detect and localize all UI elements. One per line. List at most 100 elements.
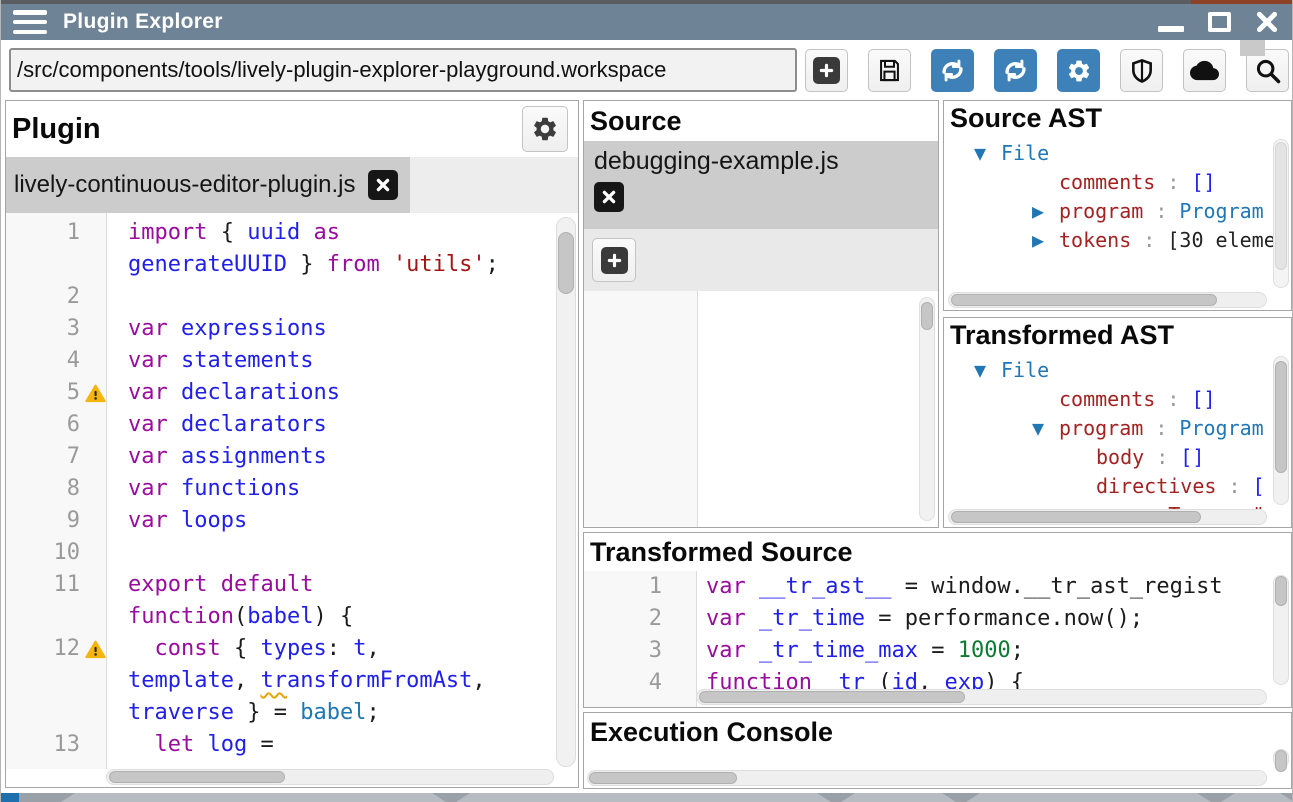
code-line: 3var expressions xyxy=(6,313,556,345)
line-number: 3 xyxy=(6,313,106,345)
code-text: var _tr_time = performance.now(); xyxy=(696,603,1143,635)
menu-icon[interactable] xyxy=(13,10,47,34)
save-icon xyxy=(876,57,903,84)
scroll-thumb[interactable] xyxy=(558,232,574,294)
source-panel: Source debugging-example.js xyxy=(583,100,939,528)
scroll-thumb[interactable] xyxy=(951,511,1201,523)
background-tab[interactable] xyxy=(1221,793,1293,802)
ast-value: Program xyxy=(1179,416,1263,440)
scroll-thumb[interactable] xyxy=(1275,576,1287,606)
code-line: 13 let log = xyxy=(6,729,556,761)
source-editor-vertical-scrollbar[interactable] xyxy=(919,297,935,521)
scroll-thumb[interactable] xyxy=(921,302,933,330)
code-line: function(babel) { xyxy=(6,601,556,633)
console-horizontal-scrollbar[interactable] xyxy=(587,770,1267,786)
add-source-button[interactable] xyxy=(592,238,636,282)
source-tab[interactable]: debugging-example.js xyxy=(584,141,938,229)
line-number xyxy=(6,665,106,697)
maximize-button[interactable] xyxy=(1204,8,1234,36)
line-number: 4 xyxy=(6,345,106,377)
transformed-source-vertical-scrollbar[interactable] xyxy=(1273,575,1289,685)
line-number: 5 xyxy=(6,377,106,409)
shield-button[interactable] xyxy=(1120,49,1163,92)
scroll-thumb[interactable] xyxy=(109,771,285,783)
maximize-icon xyxy=(1208,12,1231,32)
background-tab[interactable] xyxy=(61,793,446,802)
background-tab[interactable] xyxy=(841,793,956,802)
tree-indent xyxy=(1032,168,1059,197)
background-tab[interactable] xyxy=(456,793,831,802)
background-tab[interactable] xyxy=(966,793,1211,802)
plugin-tab[interactable]: lively-continuous-editor-plugin.js xyxy=(6,157,410,213)
search-icon xyxy=(1254,57,1282,85)
add-button[interactable] xyxy=(805,49,848,92)
console-vertical-scrollbar[interactable] xyxy=(1273,749,1289,768)
source-panel-title: Source xyxy=(590,106,682,137)
warning-icon[interactable] xyxy=(85,382,106,403)
line-number xyxy=(6,601,106,633)
scroll-thumb[interactable] xyxy=(1275,750,1287,772)
warning-icon[interactable] xyxy=(85,638,106,659)
expand-icon[interactable]: ▶ xyxy=(1032,226,1059,255)
ast-node: ▼File xyxy=(944,139,1273,168)
ast-key: directives xyxy=(1096,474,1216,498)
transformed-source-horizontal-scrollbar[interactable] xyxy=(696,689,1267,705)
execution-console-title: Execution Console xyxy=(590,717,833,748)
line-number: 12 xyxy=(6,633,106,665)
plugin-editor-horizontal-scrollbar[interactable] xyxy=(106,769,554,785)
ast-node: directives : [ xyxy=(944,472,1273,501)
plugin-settings-button[interactable] xyxy=(522,106,568,152)
plugin-explorer-window: Plugin Explorer Plugin lively-continuous… xyxy=(0,0,1293,802)
plugin-code-editor[interactable]: 1import { uuid asgenerateUUID } from 'ut… xyxy=(6,213,556,769)
close-button[interactable] xyxy=(1252,8,1282,36)
save-button[interactable] xyxy=(868,49,911,92)
line-number: 8 xyxy=(6,473,106,505)
close-icon xyxy=(373,175,393,195)
scroll-thumb[interactable] xyxy=(1275,142,1287,270)
toolbar xyxy=(1,40,1292,98)
code-text: import { uuid as xyxy=(106,217,340,249)
gear-button[interactable] xyxy=(1057,49,1100,92)
tree-indent xyxy=(1069,443,1096,472)
ast-node: body : [] xyxy=(944,443,1273,472)
transformed-ast-horizontal-scrollbar[interactable] xyxy=(948,509,1267,525)
line-number: 1 xyxy=(584,571,696,603)
code-text: var _tr_time_max = 1000; xyxy=(696,635,1024,667)
scroll-thumb[interactable] xyxy=(589,772,737,784)
transformed-source-editor[interactable]: 1var __tr_ast__ = window.__tr_ast_regist… xyxy=(584,571,1273,707)
collapse-icon[interactable]: ▼ xyxy=(1032,414,1059,443)
code-text: var functions xyxy=(106,473,300,505)
ast-separator: : xyxy=(1131,228,1167,252)
code-text: traverse } = babel; xyxy=(106,697,380,729)
plugin-tab-close-button[interactable] xyxy=(368,170,398,200)
transformed-ast-vertical-scrollbar[interactable] xyxy=(1273,356,1289,505)
code-text: function(babel) { xyxy=(106,601,353,633)
refresh-button[interactable] xyxy=(931,49,974,92)
source-ast-vertical-scrollbar[interactable] xyxy=(1273,139,1289,288)
code-text: var assignments xyxy=(106,441,327,473)
ast-separator: : xyxy=(1143,199,1179,223)
ast-node-type: File xyxy=(1001,358,1049,382)
scroll-thumb[interactable] xyxy=(951,294,1217,306)
line-number: 4 xyxy=(584,667,696,699)
source-tab-close-button[interactable] xyxy=(594,182,624,212)
refresh-button[interactable] xyxy=(994,49,1037,92)
path-input[interactable] xyxy=(9,48,797,92)
source-ast-horizontal-scrollbar[interactable] xyxy=(948,292,1267,308)
collapse-icon[interactable]: ▼ xyxy=(974,139,1001,168)
source-code-editor[interactable] xyxy=(584,291,938,527)
code-line: 1var __tr_ast__ = window.__tr_ast_regist xyxy=(584,571,1273,603)
scroll-thumb[interactable] xyxy=(1275,361,1287,473)
plugin-editor-vertical-scrollbar[interactable] xyxy=(556,217,576,767)
scroll-thumb[interactable] xyxy=(699,691,965,703)
code-text: let log = xyxy=(106,729,274,761)
line-number xyxy=(6,697,106,729)
expand-icon[interactable]: ▶ xyxy=(1032,197,1059,226)
collapse-icon[interactable]: ▼ xyxy=(974,356,1001,385)
code-text: var declarations xyxy=(106,377,340,409)
cloud-button[interactable] xyxy=(1183,49,1226,92)
code-text: export default xyxy=(106,569,313,601)
minimize-button[interactable] xyxy=(1156,8,1186,36)
code-text xyxy=(106,281,128,313)
ast-key: comments xyxy=(1059,387,1155,411)
